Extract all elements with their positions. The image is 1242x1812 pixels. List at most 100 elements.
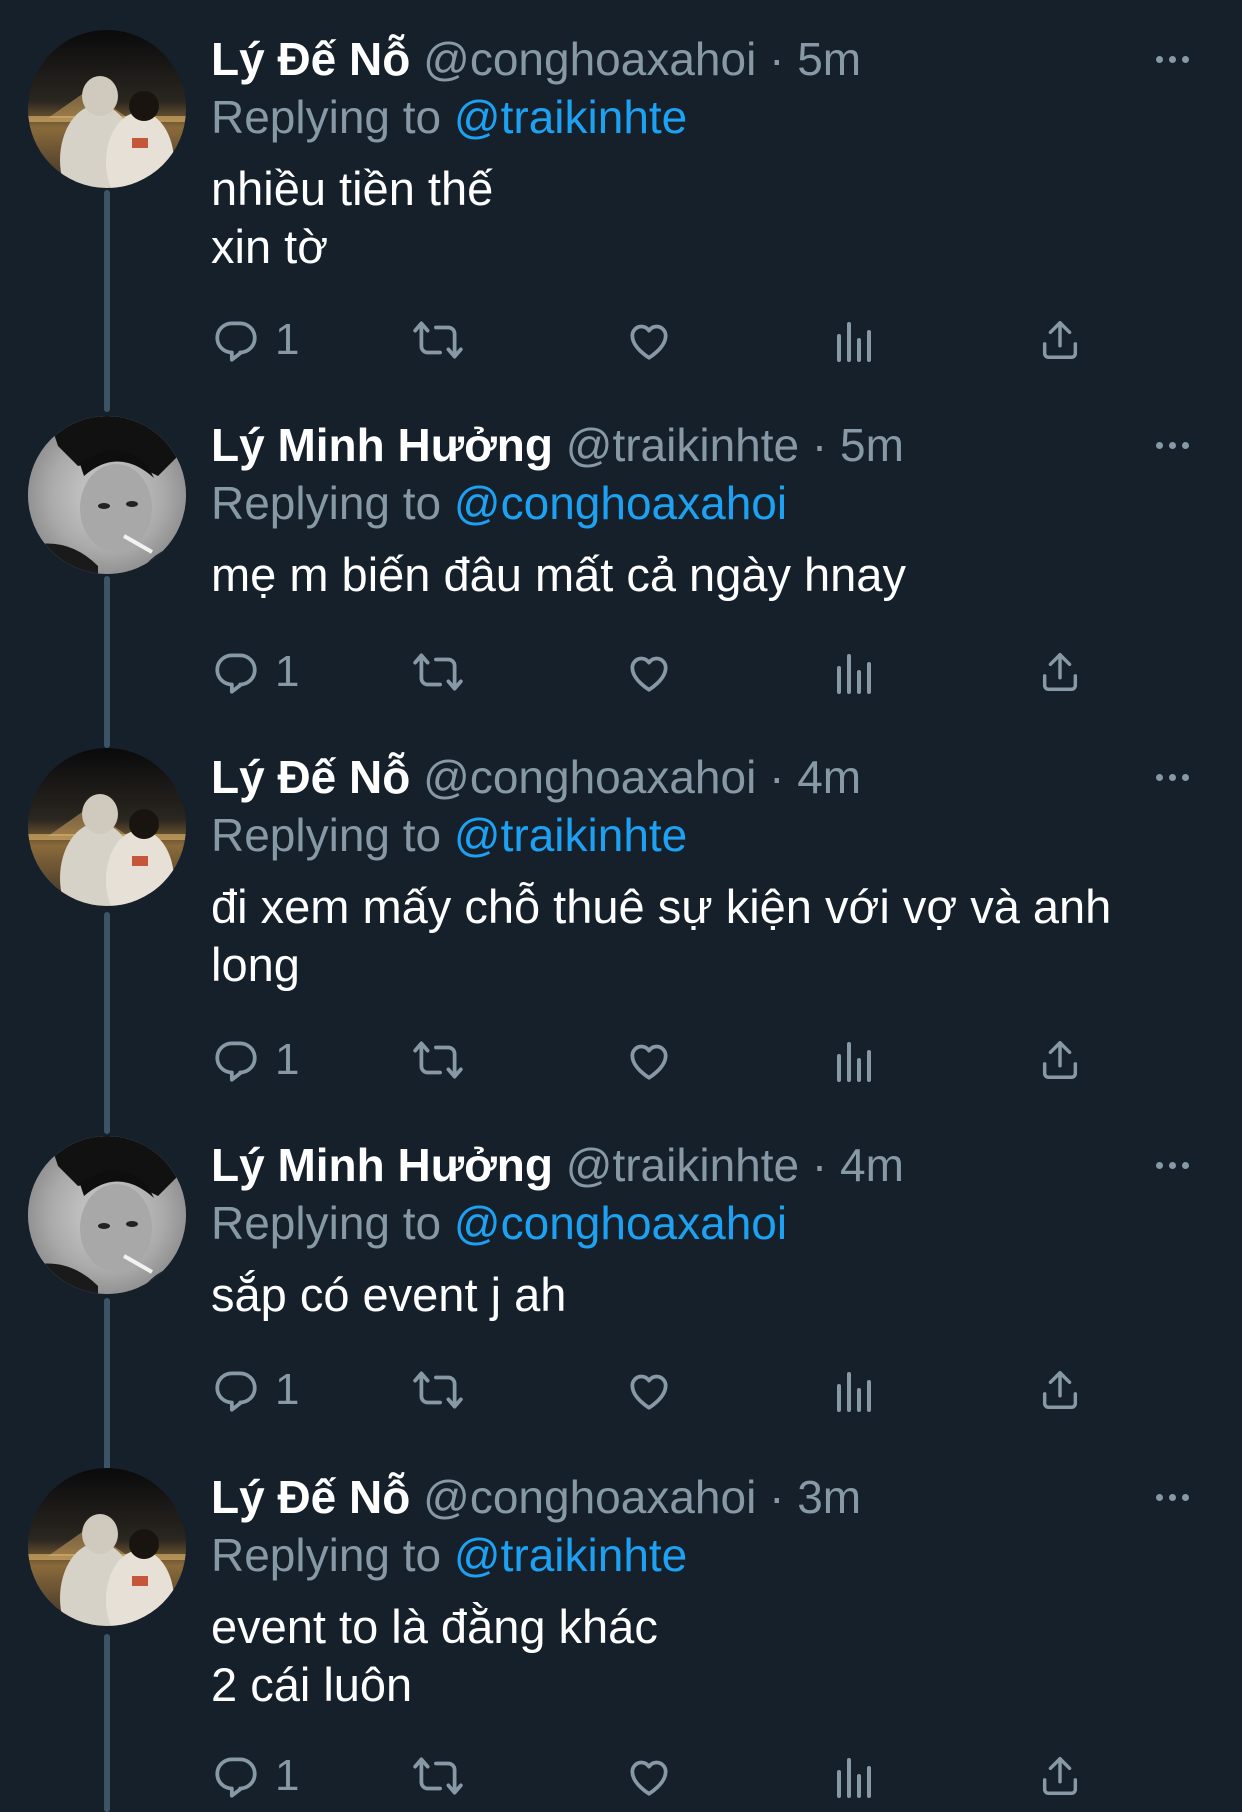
share-button[interactable] (1037, 1360, 1083, 1420)
user-handle[interactable]: @conghoaxahoi (423, 1471, 756, 1523)
more-options-icon[interactable] (1142, 30, 1202, 88)
share-icon (1042, 653, 1078, 691)
display-name[interactable]: Lý Minh Hưởng (211, 1139, 553, 1191)
tweet-actions: 1 (211, 1746, 1111, 1806)
reply-icon (215, 321, 257, 362)
like-button[interactable] (624, 642, 674, 702)
analytics-button[interactable] (833, 1746, 877, 1806)
thread-line (104, 1634, 110, 1812)
avatar[interactable] (28, 748, 186, 906)
replying-to-label: Replying to (211, 91, 442, 143)
avatar[interactable] (28, 1468, 186, 1626)
tweet-actions: 1 (211, 642, 1111, 702)
share-icon (1042, 321, 1078, 359)
tweet-body: Lý Đế Nỗ @conghoaxahoi · 4m Replying to … (211, 748, 1202, 994)
tweet-body: Lý Đế Nỗ @conghoaxahoi · 5m Replying to … (211, 30, 1202, 276)
thread-line (104, 190, 110, 412)
mention-link[interactable]: @conghoaxahoi (454, 477, 787, 529)
separator-dot: · (769, 33, 785, 85)
like-button[interactable] (624, 1746, 674, 1806)
more-options-icon[interactable] (1142, 1468, 1202, 1526)
replying-to: Replying to @traikinhte (211, 1526, 1202, 1584)
thread-line (104, 576, 110, 748)
reply-button[interactable]: 1 (211, 1030, 299, 1090)
thread-line (104, 912, 110, 1134)
tweet-header: Lý Đế Nỗ @conghoaxahoi · 5m (211, 30, 1202, 88)
share-icon (1042, 1757, 1078, 1795)
more-options-icon[interactable] (1142, 416, 1202, 474)
retweet-button[interactable] (411, 642, 465, 702)
user-handle[interactable]: @conghoaxahoi (423, 33, 756, 85)
mention-link[interactable]: @traikinhte (454, 91, 687, 143)
analytics-icon (837, 654, 871, 694)
like-icon (630, 1374, 668, 1410)
separator-dot: · (769, 1471, 785, 1523)
reply-icon (215, 1041, 257, 1082)
analytics-button[interactable] (833, 310, 877, 370)
reply-icon (215, 1371, 257, 1412)
user-handle[interactable]: @conghoaxahoi (423, 751, 756, 803)
analytics-icon (837, 322, 871, 362)
share-button[interactable] (1037, 642, 1083, 702)
share-icon (1042, 1041, 1078, 1079)
replying-to-label: Replying to (211, 809, 442, 861)
more-options-icon[interactable] (1142, 1136, 1202, 1194)
timestamp[interactable]: 5m (797, 33, 861, 85)
reply-count: 1 (275, 647, 300, 696)
replying-to: Replying to @traikinhte (211, 88, 1202, 146)
user-handle[interactable]: @traikinhte (566, 1139, 799, 1191)
display-name[interactable]: Lý Đế Nỗ (211, 33, 410, 85)
reply-button[interactable]: 1 (211, 310, 299, 370)
like-button[interactable] (624, 1360, 674, 1420)
tweet-body: Lý Đế Nỗ @conghoaxahoi · 3m Replying to … (211, 1468, 1202, 1714)
avatar[interactable] (28, 416, 186, 574)
analytics-button[interactable] (833, 1360, 877, 1420)
separator-dot: · (769, 751, 785, 803)
mention-link[interactable]: @traikinhte (454, 809, 687, 861)
user-handle[interactable]: @traikinhte (566, 419, 799, 471)
mention-link[interactable]: @conghoaxahoi (454, 1197, 787, 1249)
like-button[interactable] (624, 310, 674, 370)
analytics-icon (837, 1042, 871, 1082)
analytics-icon (837, 1758, 871, 1798)
tweet-header: Lý Đế Nỗ @conghoaxahoi · 4m (211, 748, 1202, 806)
thread-line (104, 1298, 110, 1470)
retweet-button[interactable] (411, 1360, 465, 1420)
timestamp[interactable]: 3m (797, 1471, 861, 1523)
display-name[interactable]: Lý Minh Hưởng (211, 419, 553, 471)
reply-button[interactable]: 1 (211, 642, 299, 702)
share-button[interactable] (1037, 1030, 1083, 1090)
like-icon (630, 1044, 668, 1080)
replying-to-label: Replying to (211, 1197, 442, 1249)
timestamp[interactable]: 5m (840, 419, 904, 471)
like-button[interactable] (624, 1030, 674, 1090)
retweet-icon (413, 321, 463, 359)
analytics-button[interactable] (833, 1030, 877, 1090)
retweet-button[interactable] (411, 1030, 465, 1090)
mention-link[interactable]: @traikinhte (454, 1529, 687, 1581)
reply-icon (215, 653, 257, 694)
timestamp[interactable]: 4m (840, 1139, 904, 1191)
replying-to: Replying to @conghoaxahoi (211, 474, 1202, 532)
replying-to: Replying to @traikinhte (211, 806, 1202, 864)
tweet-text: event to là đằng khác 2 cái luôn (211, 1600, 658, 1711)
analytics-button[interactable] (833, 642, 877, 702)
reply-button[interactable]: 1 (211, 1360, 299, 1420)
share-button[interactable] (1037, 310, 1083, 370)
like-icon (630, 1760, 668, 1796)
share-button[interactable] (1037, 1746, 1083, 1806)
display-name[interactable]: Lý Đế Nỗ (211, 1471, 410, 1523)
reply-button[interactable]: 1 (211, 1746, 299, 1806)
more-options-icon[interactable] (1142, 748, 1202, 806)
top-edge (0, 0, 1242, 10)
avatar[interactable] (28, 1136, 186, 1294)
tweet-text: mẹ m biến đâu mất cả ngày hnay (211, 548, 906, 601)
retweet-button[interactable] (411, 1746, 465, 1806)
timestamp[interactable]: 4m (797, 751, 861, 803)
replying-to: Replying to @conghoaxahoi (211, 1194, 1202, 1252)
avatar[interactable] (28, 30, 186, 188)
tweet-body: Lý Minh Hưởng @traikinhte · 5m Replying … (211, 416, 1202, 604)
retweet-button[interactable] (411, 310, 465, 370)
display-name[interactable]: Lý Đế Nỗ (211, 751, 410, 803)
retweet-icon (413, 1757, 463, 1795)
